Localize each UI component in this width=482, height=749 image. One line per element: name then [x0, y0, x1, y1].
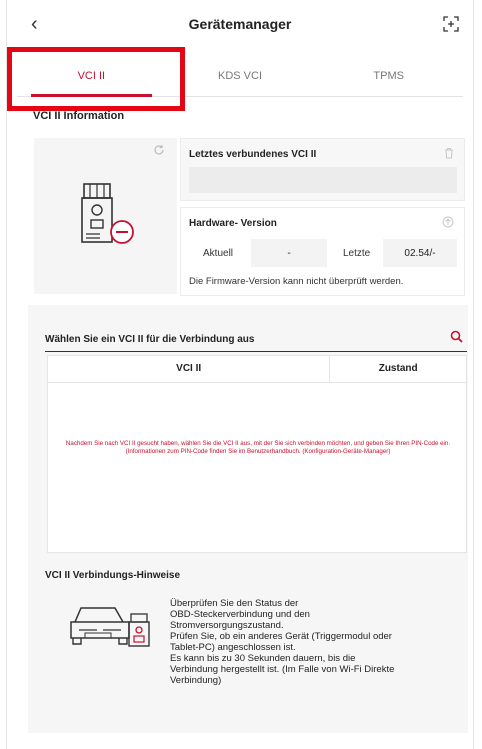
- car-vci-connection-icon: [67, 592, 157, 648]
- hardware-version-card: Hardware- Version Aktuell - Letzte 02.54…: [180, 207, 465, 296]
- latest-value: 02.54/-: [404, 248, 436, 259]
- page-title: Gerätemanager: [188, 16, 292, 32]
- tab-kds-vci[interactable]: KDS VCI: [166, 62, 315, 96]
- search-icon[interactable]: [450, 330, 463, 343]
- tab-vci-ii[interactable]: VCI II: [17, 62, 166, 97]
- hardware-version-title: Hardware- Version: [189, 218, 277, 229]
- last-connected-field: [189, 167, 457, 193]
- vci-device-panel: [34, 138, 177, 294]
- header: ‹ Gerätemanager: [7, 0, 473, 48]
- current-label: Aktuell: [203, 248, 234, 259]
- select-vci-title: Wählen Sie ein VCI II für die Verbindung…: [45, 334, 255, 345]
- firmware-note: Die Firmware-Version kann nicht überprüf…: [189, 276, 404, 287]
- tab-tpms[interactable]: TPMS: [314, 62, 463, 96]
- trash-icon[interactable]: [444, 147, 454, 159]
- vci-list-header: VCI II Zustand: [48, 356, 466, 383]
- screen-capture-icon[interactable]: [443, 16, 459, 32]
- column-state: Zustand: [378, 363, 418, 374]
- tab-bar: VCI II KDS VCI TPMS: [17, 62, 463, 97]
- latest-label: Letzte: [343, 248, 371, 259]
- last-connected-title: Letztes verbundenes VCI II: [189, 149, 317, 160]
- column-vci-ii: VCI II: [48, 356, 331, 382]
- connection-tips-text: Überprüfen Sie den Status der OBD-Stecke…: [170, 598, 395, 686]
- connection-tips-title: VCI II Verbindungs-Hinweise: [45, 570, 181, 581]
- latest-value-field: 02.54/-: [383, 239, 457, 267]
- vci-search-hint: Nachdem Sie nach VCI II gesucht haben, w…: [65, 440, 451, 455]
- refresh-icon[interactable]: [153, 144, 165, 156]
- app-frame: ‹ Gerätemanager VCI II KDS VCI TPMS VCI …: [6, 0, 474, 749]
- last-connected-card: Letztes verbundenes VCI II: [180, 138, 465, 201]
- vci-disconnected-icon: [72, 180, 142, 250]
- current-value-field: -: [251, 239, 327, 267]
- title-divider: [45, 351, 467, 352]
- update-icon[interactable]: [442, 216, 454, 228]
- current-value: -: [287, 248, 291, 259]
- vci-list[interactable]: VCI II Zustand Nachdem Sie nach VCI II g…: [47, 355, 467, 553]
- back-arrow-icon[interactable]: ‹: [31, 14, 38, 34]
- vci-info-section-title: VCI II Information: [33, 110, 125, 122]
